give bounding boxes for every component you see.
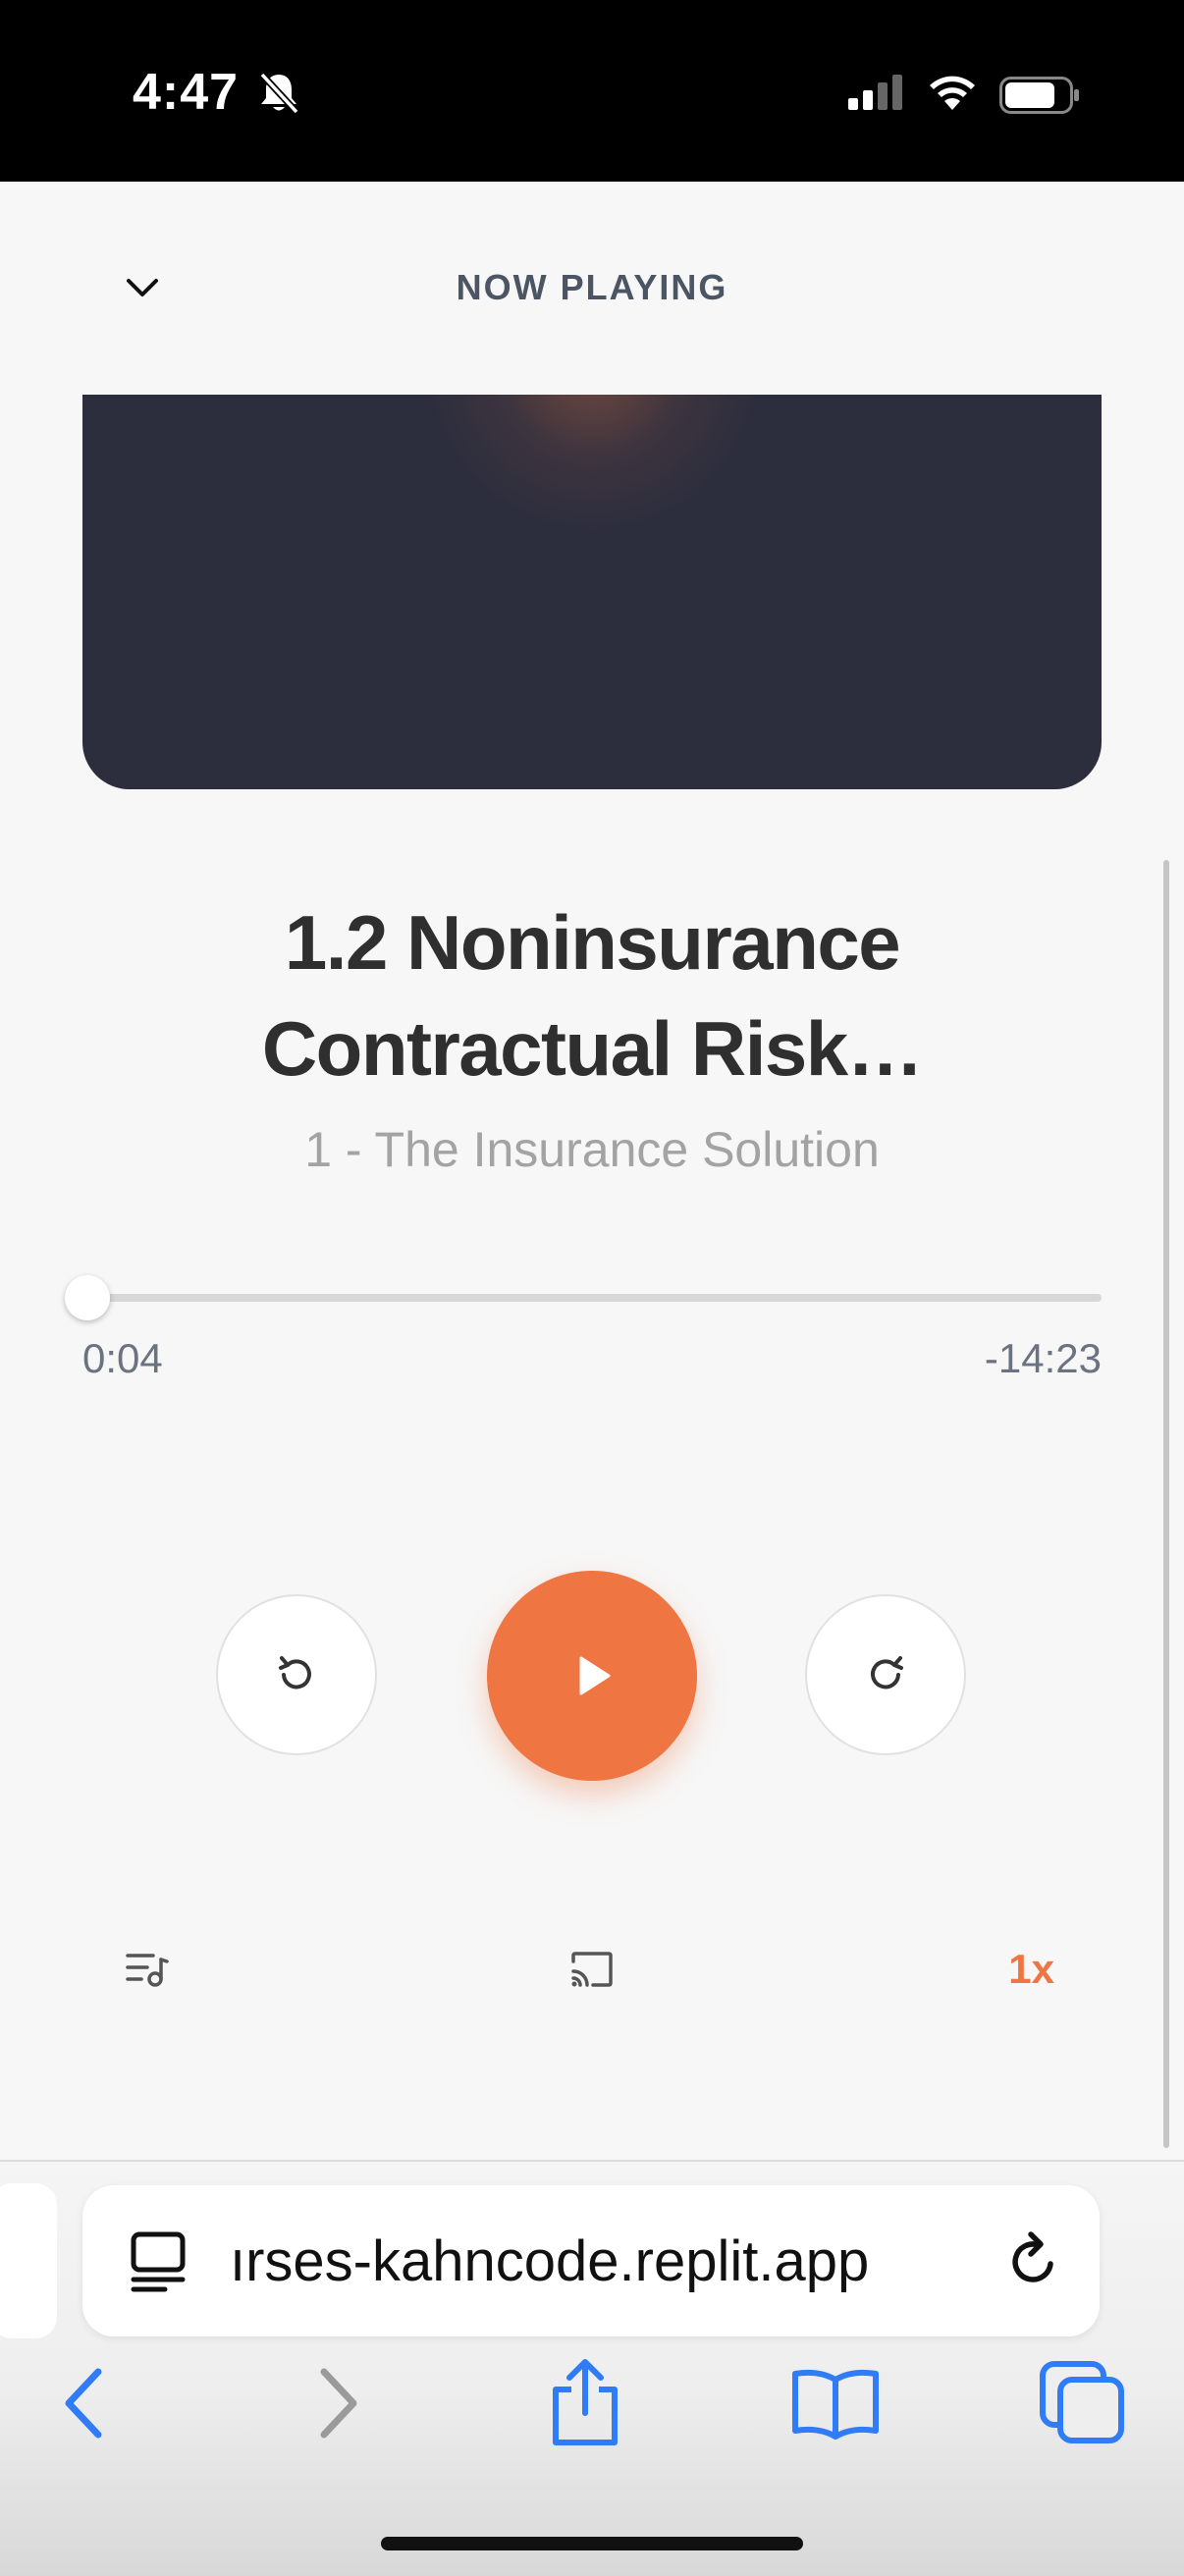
forward-icon: [871, 1656, 903, 1690]
home-indicator[interactable]: [381, 2537, 803, 2550]
track-subtitle: 1 - The Insurance Solution: [304, 1122, 880, 1177]
playlist-icon[interactable]: [124, 1950, 171, 1989]
status-time: 4:47: [133, 64, 240, 121]
battery-icon: [999, 77, 1079, 114]
cell-signal-icon: [848, 75, 902, 110]
playback-speed-button[interactable]: 1x: [1008, 1946, 1054, 1993]
progress-slider[interactable]: [65, 1275, 1102, 1320]
address-bar[interactable]: ırses-kahncode.replit.app: [82, 2185, 1100, 2336]
page-scrollbar[interactable]: [1163, 860, 1169, 2148]
reload-icon[interactable]: [1001, 2228, 1066, 2293]
previous-tab-peek[interactable]: [0, 2183, 57, 2338]
elapsed-time: 0:04: [82, 1335, 163, 1381]
play-icon: [579, 1656, 611, 1695]
rewind-icon: [279, 1656, 311, 1690]
share-icon[interactable]: [546, 2356, 624, 2448]
tabs-icon[interactable]: [1039, 2360, 1127, 2444]
play-button[interactable]: [487, 1571, 697, 1781]
rewind-button[interactable]: [216, 1594, 377, 1755]
url-text[interactable]: ırses-kahncode.replit.app: [230, 2228, 1045, 2294]
forward-button[interactable]: [805, 1594, 966, 1755]
back-arrow-icon[interactable]: [61, 2366, 108, 2441]
reader-icon[interactable]: [126, 2228, 190, 2293]
progress-thumb[interactable]: [65, 1275, 111, 1320]
wifi-icon: [930, 76, 975, 110]
track-title: 1.2 Noninsurance Contractual Risk…: [261, 899, 924, 1092]
now-playing-header: NOW PLAYING: [456, 267, 728, 307]
status-bar: 4:47: [0, 0, 1184, 182]
artwork-glow: [426, 395, 760, 532]
remaining-time: -14:23: [984, 1335, 1102, 1381]
album-artwork: [82, 395, 1102, 789]
forward-arrow-icon[interactable]: [314, 2366, 361, 2441]
bookmarks-icon[interactable]: [789, 2366, 882, 2441]
silent-bell-icon: [259, 72, 299, 115]
cast-icon[interactable]: [567, 1950, 617, 1989]
